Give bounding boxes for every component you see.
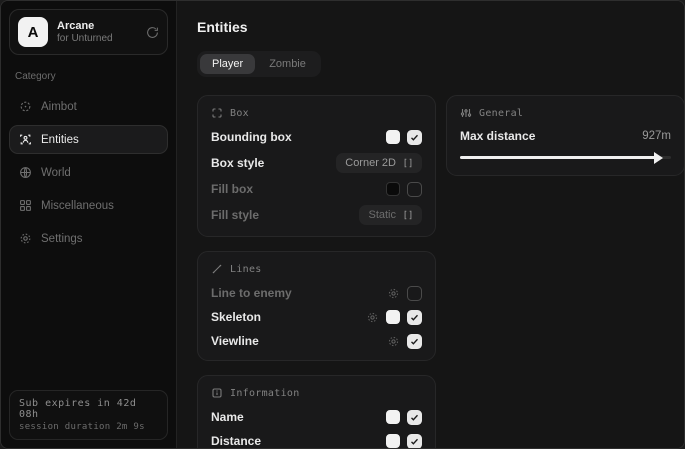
entity-type-tabs: Player Zombie [197, 51, 321, 77]
select-unfold-icon [403, 158, 413, 168]
setting-row-skeleton: Skeleton [211, 309, 422, 325]
box-style-dropdown[interactable]: Corner 2D [336, 153, 422, 173]
setting-row-box-style: Box style Corner 2D [211, 153, 422, 173]
sidebar-item-label: Entities [41, 134, 79, 146]
row-settings-gear-icon[interactable] [387, 335, 400, 348]
checkbox-skeleton[interactable] [407, 310, 422, 325]
person-scan-icon [19, 133, 32, 146]
dropdown-value: Static [368, 209, 396, 221]
setting-row-fill-style: Fill style Static [211, 205, 422, 225]
sidebar-item-entities[interactable]: Entities [9, 125, 168, 154]
card-header-label: Lines [230, 264, 262, 275]
sidebar-item-label: Aimbot [41, 101, 77, 113]
color-swatch[interactable] [386, 434, 400, 448]
setting-row-name: Name [211, 409, 422, 425]
grid-icon [19, 199, 32, 212]
select-unfold-icon [403, 210, 413, 220]
checkbox-name[interactable] [407, 410, 422, 425]
card-header-label: Box [230, 108, 249, 119]
lines-card: Lines Line to enemy [197, 251, 436, 361]
diagonal-line-icon [211, 263, 223, 275]
row-settings-gear-icon[interactable] [387, 287, 400, 300]
color-swatch[interactable] [386, 410, 400, 424]
sliders-icon [460, 107, 472, 119]
session-duration-text: session duration 2m 9s [19, 422, 158, 432]
subscription-status-box: Sub expires in 42d 08h session duration … [9, 390, 168, 440]
gear-icon [19, 232, 32, 245]
checkbox-bounding-box[interactable] [407, 130, 422, 145]
row-settings-gear-icon[interactable] [366, 311, 379, 324]
page-title: Entities [197, 19, 685, 35]
checkbox-line-to-enemy[interactable] [407, 286, 422, 301]
max-distance-slider[interactable] [460, 150, 671, 164]
card-header-label: General [479, 108, 523, 119]
setting-row-distance: Distance [211, 433, 422, 449]
information-card: Information Name Distance [197, 375, 436, 449]
sidebar-item-label: World [41, 167, 71, 179]
sidebar-nav: Aimbot Entities World [9, 92, 168, 253]
sidebar-item-world[interactable]: World [9, 158, 168, 187]
sidebar-item-aimbot[interactable]: Aimbot [9, 92, 168, 121]
sidebar: A Arcane for Unturned Category Aimbot [1, 1, 177, 448]
sub-expiry-text: Sub expires in 42d 08h [19, 398, 158, 420]
fill-style-dropdown[interactable]: Static [359, 205, 422, 225]
checkbox-viewline[interactable] [407, 334, 422, 349]
main-content: Entities Player Zombie Box [177, 1, 685, 448]
setting-row-line-to-enemy: Line to enemy [211, 285, 422, 301]
box-card: Box Bounding box Box style [197, 95, 436, 237]
info-box-icon [211, 387, 223, 399]
setting-row-bounding-box: Bounding box [211, 129, 422, 145]
tab-zombie[interactable]: Zombie [257, 54, 318, 74]
color-swatch[interactable] [386, 310, 400, 324]
app-title: Arcane [57, 20, 137, 33]
app-window: A Arcane for Unturned Category Aimbot [0, 0, 685, 449]
checkbox-distance[interactable] [407, 434, 422, 449]
setting-row-max-distance: Max distance 927m [460, 129, 671, 143]
checkbox-fill-box[interactable] [407, 182, 422, 197]
dropdown-value: Corner 2D [345, 157, 396, 169]
globe-icon [19, 166, 32, 179]
crosshair-icon [19, 100, 32, 113]
slider-thumb[interactable] [654, 152, 663, 164]
color-swatch[interactable] [386, 130, 400, 144]
sidebar-item-miscellaneous[interactable]: Miscellaneous [9, 191, 168, 220]
setting-row-viewline: Viewline [211, 333, 422, 349]
tab-player[interactable]: Player [200, 54, 255, 74]
max-distance-value: 927m [642, 130, 671, 142]
color-swatch[interactable] [386, 182, 400, 196]
card-header-label: Information [230, 388, 300, 399]
corner-brackets-icon [211, 107, 223, 119]
sidebar-item-label: Miscellaneous [41, 200, 114, 212]
refresh-icon[interactable] [146, 26, 159, 39]
app-subtitle: for Unturned [57, 33, 137, 45]
sidebar-item-settings[interactable]: Settings [9, 224, 168, 253]
sidebar-item-label: Settings [41, 233, 83, 245]
category-label: Category [15, 71, 162, 82]
setting-row-fill-box: Fill box [211, 181, 422, 197]
general-card: General Max distance 927m [446, 95, 685, 176]
logo-card: A Arcane for Unturned [9, 9, 168, 55]
slider-fill [460, 156, 656, 159]
app-logo: A [18, 17, 48, 47]
